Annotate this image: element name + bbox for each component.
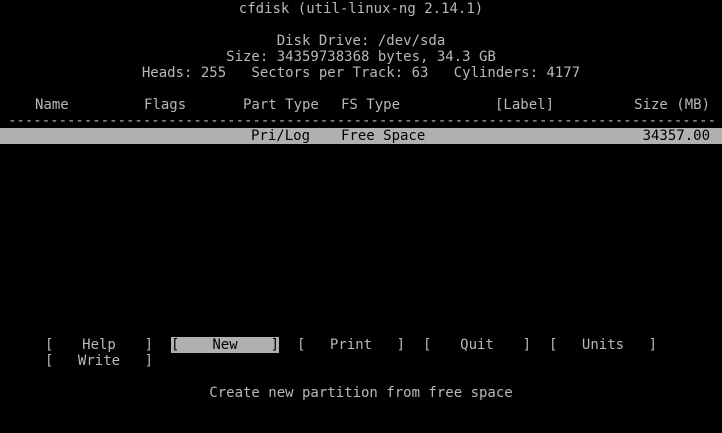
help-button-label: Help [82, 337, 116, 353]
right-bracket: ] [396, 337, 405, 353]
quit-button[interactable]: [ Quit ] [423, 337, 531, 353]
help-button[interactable]: [ Help ] [45, 337, 153, 353]
column-header-part-type: Part Type [243, 97, 319, 113]
partition-fs-type: Free Space [341, 128, 426, 144]
right-bracket: ] [144, 353, 153, 369]
table-separator: ----------------------------------------… [8, 113, 714, 129]
print-button-label: Print [329, 337, 373, 353]
quit-button-label: Quit [460, 337, 494, 353]
disk-drive-info: Disk Drive: /dev/sda [276, 33, 446, 49]
partition-row[interactable]: Pri/Log Free Space 34357.00 [0, 128, 722, 144]
column-header-fs-type: FS Type [341, 97, 401, 113]
cfdisk-screen: cfdisk (util-linux-ng 2.14.1) Disk Drive… [0, 0, 722, 402]
write-button-label: Write [77, 353, 121, 369]
new-button-label: New [212, 337, 238, 353]
right-bracket: ] [270, 337, 279, 353]
right-bracket: ] [522, 337, 531, 353]
print-button[interactable]: [ Print ] [297, 337, 405, 353]
partition-size: 34357.00 [642, 128, 710, 144]
disk-geometry-info: Heads: 255 Sectors per Track: 63 Cylinde… [141, 65, 581, 81]
units-button-label: Units [581, 337, 625, 353]
column-header-name: Name [35, 97, 69, 113]
right-bracket: ] [648, 337, 657, 353]
status-message: Create new partition from free space [209, 385, 513, 401]
units-button[interactable]: [ Units ] [549, 337, 657, 353]
partition-part-type: Pri/Log [251, 128, 311, 144]
write-button[interactable]: [ Write ] [45, 353, 153, 369]
column-header-size: Size (MB) [634, 97, 710, 113]
right-bracket: ] [144, 337, 153, 353]
new-button[interactable]: [ New ] [171, 337, 279, 353]
app-title: cfdisk (util-linux-ng 2.14.1) [238, 1, 484, 17]
disk-size-info: Size: 34359738368 bytes, 34.3 GB [226, 49, 496, 65]
column-header-flags: Flags [144, 97, 187, 113]
column-header-label: [Label] [495, 97, 555, 113]
